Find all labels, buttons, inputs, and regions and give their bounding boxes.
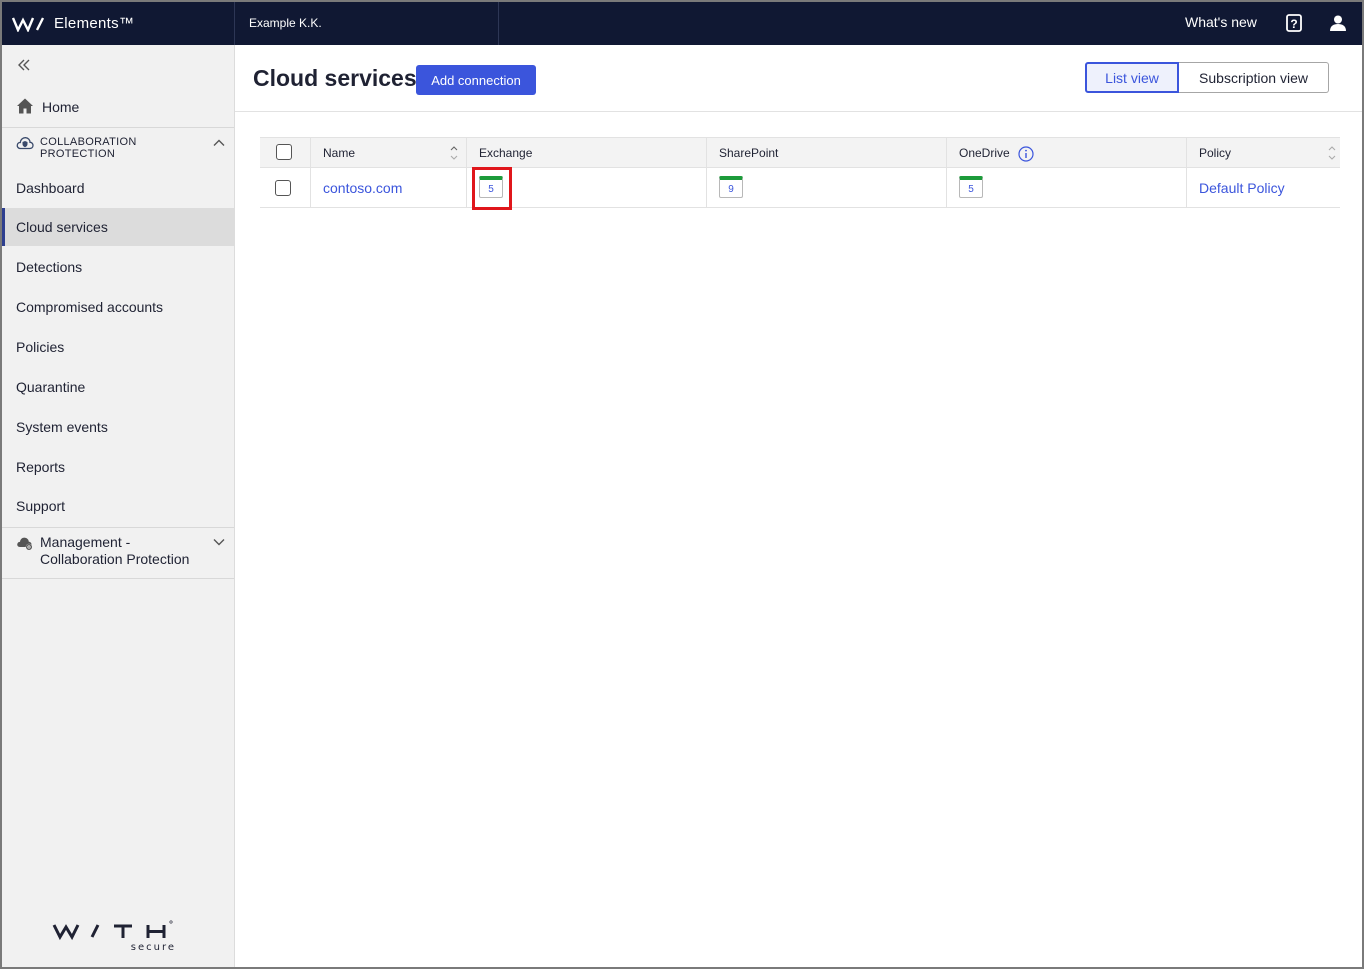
sidebar-item-label: Home	[42, 99, 80, 115]
collaboration-protection-group[interactable]: COLLABORATION PROTECTION	[2, 128, 234, 164]
table-header: Name Exchange SharePoint OneDrive Policy	[260, 137, 1340, 168]
column-header-exchange: Exchange	[467, 138, 707, 167]
withsecure-logo: secure	[52, 920, 176, 953]
sort-icon[interactable]	[449, 144, 459, 162]
select-all-checkbox[interactable]	[276, 144, 292, 160]
user-icon[interactable]	[1328, 13, 1348, 33]
table-row: contoso.com 5 9 5 Default Policy	[260, 167, 1340, 210]
double-chevron-left-icon[interactable]	[16, 57, 32, 73]
list-view-button[interactable]: List view	[1085, 62, 1179, 93]
sidebar-item-reports[interactable]: Reports	[2, 448, 234, 486]
sidebar-item-system-events[interactable]: System events	[2, 408, 234, 446]
divider	[498, 2, 499, 45]
withsecure-logo-icon	[12, 16, 45, 32]
sidebar-item-compromised-accounts[interactable]: Compromised accounts	[2, 288, 234, 326]
sidebar-item-cloud-services[interactable]: Cloud services	[2, 208, 234, 246]
divider	[235, 111, 1362, 112]
sidebar-item-dashboard[interactable]: Dashboard	[2, 169, 234, 207]
row-checkbox[interactable]	[275, 180, 291, 196]
app-frame: Elements™ Example K.K. What's new ? Home	[0, 0, 1364, 969]
svg-text:secure: secure	[131, 942, 176, 953]
sidebar-item-quarantine[interactable]: Quarantine	[2, 368, 234, 406]
cloud-shield-icon	[16, 137, 34, 150]
sidebar-item-policies[interactable]: Policies	[2, 328, 234, 366]
highlight-box	[472, 167, 512, 210]
brand[interactable]: Elements™	[12, 2, 134, 45]
group-title: Management - Collaboration Protection	[40, 534, 190, 567]
main-content: Cloud services Add connection List view …	[235, 45, 1362, 967]
onedrive-calendar-badge[interactable]: 5	[959, 176, 983, 198]
column-header-name[interactable]: Name	[311, 138, 467, 167]
group-title: COLLABORATION PROTECTION	[40, 136, 137, 160]
divider	[234, 2, 235, 45]
select-all-column	[260, 138, 311, 167]
column-header-policy[interactable]: Policy	[1187, 138, 1340, 167]
management-group[interactable]: Management - Collaboration Protection	[2, 528, 234, 578]
help-question-icon[interactable]: ?	[1284, 13, 1304, 33]
column-header-sharepoint: SharePoint	[707, 138, 947, 167]
name-cell: contoso.com	[311, 168, 467, 207]
page-title: Cloud services	[253, 65, 417, 91]
column-header-onedrive: OneDrive	[947, 138, 1187, 167]
sharepoint-cell: 9	[707, 168, 947, 207]
cloud-gear-icon	[17, 537, 33, 551]
domain-link[interactable]: contoso.com	[323, 180, 402, 196]
home-icon	[17, 98, 33, 114]
svg-text:?: ?	[1290, 17, 1297, 31]
whats-new-link[interactable]: What's new	[1185, 14, 1257, 30]
brand-name: Elements™	[54, 15, 135, 32]
subscription-view-button[interactable]: Subscription view	[1179, 62, 1329, 93]
chevron-up-icon[interactable]	[212, 136, 226, 150]
sort-icon[interactable]	[1327, 144, 1337, 162]
organization-selector[interactable]: Example K.K.	[249, 16, 322, 30]
onedrive-cell: 5	[947, 168, 1187, 207]
sidebar: Home COLLABORATION PROTECTION Dashboard …	[2, 45, 235, 967]
policy-cell: Default Policy	[1187, 168, 1340, 207]
chevron-down-icon[interactable]	[212, 535, 226, 549]
view-toggle: List view Subscription view	[1085, 62, 1329, 93]
sidebar-item-detections[interactable]: Detections	[2, 248, 234, 286]
info-icon[interactable]	[1018, 146, 1034, 162]
policy-link[interactable]: Default Policy	[1199, 180, 1285, 196]
sharepoint-calendar-badge[interactable]: 9	[719, 176, 743, 198]
exchange-cell: 5	[467, 167, 707, 210]
sidebar-item-support[interactable]: Support	[2, 487, 234, 525]
add-connection-button[interactable]: Add connection	[416, 65, 536, 95]
sidebar-item-home[interactable]: Home	[2, 91, 234, 125]
divider	[2, 578, 234, 579]
top-bar: Elements™ Example K.K. What's new ?	[2, 2, 1362, 45]
row-select-cell	[260, 168, 311, 207]
